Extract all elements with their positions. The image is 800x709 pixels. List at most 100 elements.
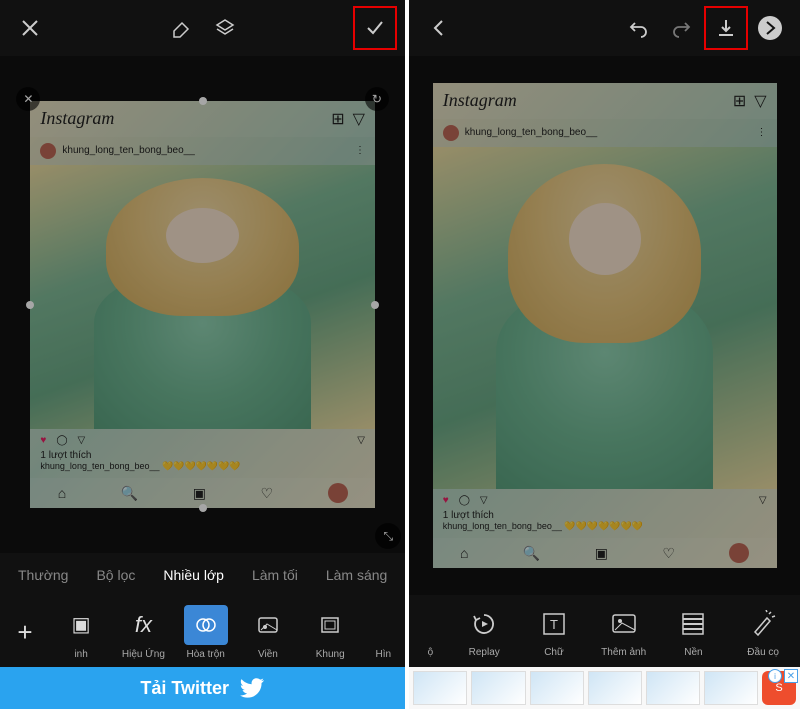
resize-corner-icon[interactable]: ⤡ — [375, 523, 401, 549]
tool-replay[interactable]: Replay — [449, 605, 519, 658]
send-icon: ▽ — [754, 91, 766, 111]
ad-close-icon[interactable]: ✕ — [784, 669, 798, 683]
shape-icon — [361, 605, 405, 645]
username: khung_long_ten_bong_beo__ — [62, 145, 194, 156]
profile-avatar — [729, 543, 749, 563]
ig-user-row: khung_long_ten_bong_beo__ ⋮ — [433, 119, 777, 147]
tool-border[interactable]: Viền — [237, 605, 299, 660]
ad-thumb — [530, 671, 584, 705]
replay-icon — [465, 605, 503, 643]
bookmark-icon: ▽ — [759, 495, 767, 506]
tool-label: Chữ — [544, 647, 563, 658]
ad-thumb — [704, 671, 758, 705]
heart-icon: ♥ — [443, 495, 449, 506]
username-caption: khung_long_ten_bong_beo__ — [443, 521, 562, 531]
resize-handle[interactable] — [26, 301, 34, 309]
tab-lighten[interactable]: Làm sáng — [312, 567, 401, 583]
svg-text:T: T — [550, 617, 558, 632]
tool-frame[interactable]: Khung — [299, 605, 361, 660]
instagram-frame: Instagram ⊞ ▽ khung_long_ten_bong_beo__ … — [433, 83, 777, 568]
avatar — [443, 125, 459, 141]
left-canvas[interactable]: Instagram ⊞ ▽ khung_long_ten_bong_beo__ … — [0, 56, 405, 553]
bookmark-icon: ▽ — [357, 435, 365, 446]
right-canvas[interactable]: Instagram ⊞ ▽ khung_long_ten_bong_beo__ … — [409, 56, 800, 595]
search-icon: 🔍 — [121, 485, 138, 502]
eraser-icon[interactable] — [159, 6, 203, 50]
resize-handle[interactable] — [199, 97, 207, 105]
tool-crop[interactable]: ộ — [411, 605, 449, 658]
profile-avatar — [328, 483, 348, 503]
resize-handle[interactable] — [199, 504, 207, 512]
tool-label: Replay — [469, 647, 500, 658]
ig-footer: ♥ ◯ ▽ ▽ 1 lượt thích khung_long_ten_bong… — [30, 429, 375, 478]
product-ad-banner[interactable]: S i ✕ — [409, 667, 800, 709]
close-icon[interactable] — [8, 6, 52, 50]
ig-bottom-nav: ⌂ 🔍 ▣ ♡ — [433, 538, 777, 568]
tool-label: Khung — [316, 649, 345, 660]
ig-user-row: khung_long_ten_bong_beo__ ⋮ — [30, 137, 375, 165]
blend-mode-tabs: Thường Bộ lọc Nhiều lớp Làm tối Làm sáng — [0, 553, 405, 597]
twitter-icon — [239, 675, 265, 701]
brush-icon — [744, 605, 782, 643]
back-icon[interactable] — [417, 6, 461, 50]
share-icon: ▽ — [480, 495, 488, 506]
tool-shape[interactable]: Hìn — [361, 605, 405, 660]
redo-icon[interactable] — [660, 6, 704, 50]
next-icon[interactable] — [748, 6, 792, 50]
tab-multilayer[interactable]: Nhiều lớp — [149, 567, 238, 583]
tool-label: Thêm ảnh — [601, 647, 646, 658]
ig-photo — [433, 147, 777, 489]
ig-header: Instagram ⊞ ▽ — [433, 83, 777, 119]
tool-text[interactable]: T Chữ — [519, 605, 589, 658]
tool-label: Đầu cọ — [747, 647, 779, 658]
download-icon[interactable] — [704, 6, 748, 50]
text-icon: T — [535, 605, 573, 643]
ad-text: Tải Twitter — [140, 678, 229, 699]
twitter-ad-banner[interactable]: Tải Twitter — [0, 667, 405, 709]
left-tools-row: + ▣ inh fx Hiệu Ứng Hòa trộn Viền Khung — [0, 597, 405, 667]
fx-icon: fx — [121, 605, 165, 645]
tab-normal[interactable]: Thường — [4, 567, 82, 583]
tool-label: Viền — [258, 649, 278, 660]
share-icon: ▽ — [78, 435, 86, 446]
tab-darken[interactable]: Làm tối — [238, 567, 312, 583]
tool-add-image[interactable]: Thêm ảnh — [589, 605, 659, 658]
tool-effects[interactable]: fx Hiệu Ứng — [112, 605, 174, 660]
avatar — [40, 143, 56, 159]
reels-icon: ▣ — [193, 485, 206, 502]
plus-box-icon: ⊞ — [733, 91, 746, 111]
heart-icon: ♥ — [40, 435, 46, 446]
ad-controls: i ✕ — [768, 669, 798, 683]
tool-label: Hìn — [376, 649, 392, 660]
tool-blend[interactable]: Hòa trộn — [175, 605, 237, 660]
right-tools-row: ộ Replay T Chữ Thêm ảnh Nền — [409, 595, 800, 667]
confirm-check-icon[interactable] — [353, 6, 397, 50]
home-icon: ⌂ — [58, 485, 66, 501]
home-icon: ⌂ — [460, 545, 468, 561]
tool-label: Hòa trộn — [186, 649, 224, 660]
layers-icon[interactable] — [203, 6, 247, 50]
background-icon — [674, 605, 712, 643]
shop-icon: ♡ — [261, 485, 274, 502]
left-top-bar — [0, 0, 405, 56]
reels-icon: ▣ — [595, 545, 608, 562]
blend-icon — [184, 605, 228, 645]
tool-label: inh — [74, 649, 87, 660]
delete-handle-icon[interactable]: ✕ — [16, 87, 40, 111]
instagram-frame[interactable]: Instagram ⊞ ▽ khung_long_ten_bong_beo__ … — [30, 101, 375, 509]
ad-thumb — [588, 671, 642, 705]
resize-handle[interactable] — [371, 301, 379, 309]
tool-background[interactable]: Nền — [659, 605, 729, 658]
plus-box-icon: ⊞ — [331, 109, 344, 129]
comment-icon: ◯ — [56, 435, 67, 446]
tool-label: Hiệu Ứng — [122, 649, 165, 660]
hearts-emoji: 💛💛💛💛💛💛💛 — [564, 521, 642, 531]
tab-filter[interactable]: Bộ lọc — [82, 567, 149, 583]
tool-brush[interactable]: Đầu cọ — [728, 605, 798, 658]
rotate-handle-icon[interactable]: ↻ — [365, 87, 389, 111]
tool-image[interactable]: ▣ inh — [50, 605, 112, 660]
add-button[interactable]: + — [0, 617, 50, 648]
undo-icon[interactable] — [616, 6, 660, 50]
ad-info-icon[interactable]: i — [768, 669, 782, 683]
right-top-bar — [409, 0, 800, 56]
